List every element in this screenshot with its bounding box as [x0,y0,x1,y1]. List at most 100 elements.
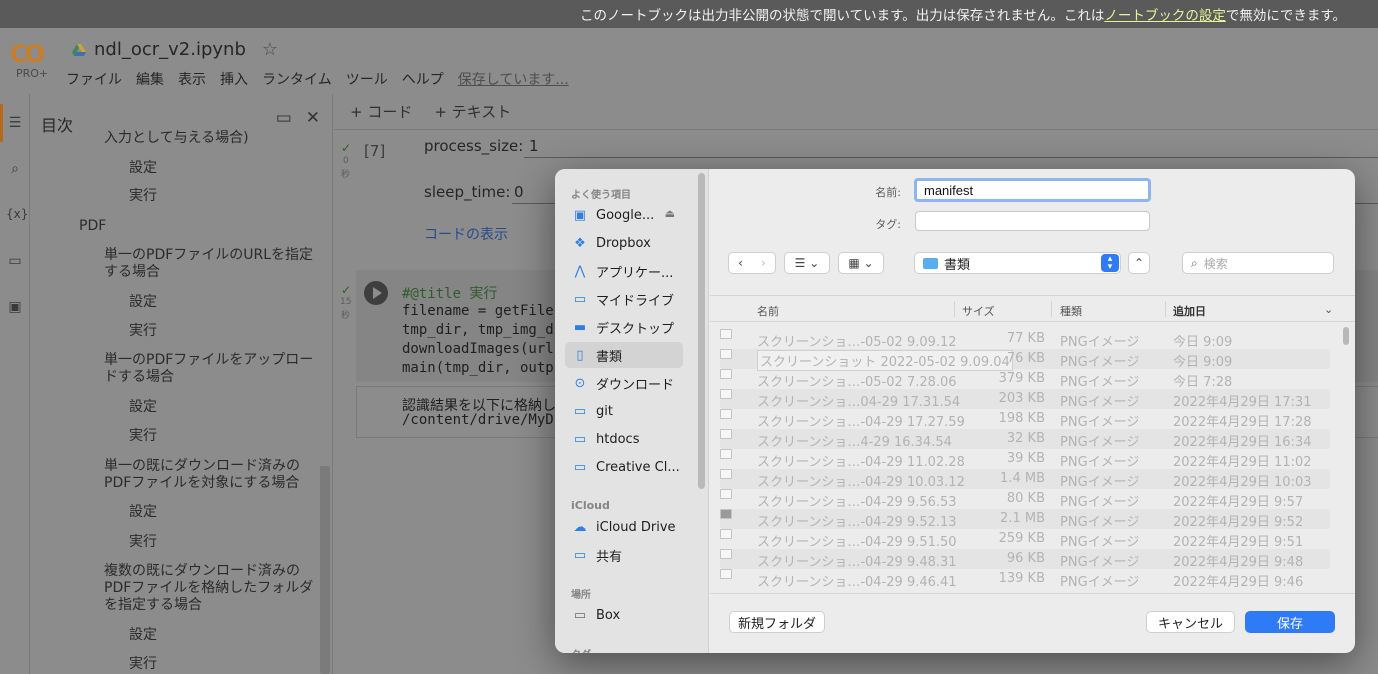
sidebar-item-box[interactable]: ▭ Box [565,602,683,628]
back-icon[interactable]: ‹ [738,256,743,270]
chevron-down-icon[interactable]: ⌄ [1324,303,1333,316]
new-folder-button[interactable]: 新規フォルダ [729,611,825,633]
plan-badge: PRO+ [16,67,49,80]
location-popup[interactable]: 書類 ▴ ▾ [914,252,1121,274]
sidebar-item-my-drive[interactable]: ▭ マイドライブ [565,286,683,312]
column-divider [1051,301,1052,317]
process-size-field[interactable]: 1 [529,137,539,155]
toc-item[interactable]: 単一のPDFファイルのURLを指定する場合 [104,247,316,281]
menu-insert[interactable]: 挿入 [220,69,248,89]
search-field[interactable]: ⌕ 検索 [1182,252,1334,274]
column-size[interactable]: サイズ [962,303,995,319]
file-list-scrollbar[interactable] [1343,327,1349,345]
sidebar-item-desktop[interactable]: ▬ デスクトップ [565,314,683,340]
column-kind[interactable]: 種類 [1060,303,1082,319]
show-code-link[interactable]: コードの表示 [424,224,508,244]
toc-item[interactable]: PDF [79,218,106,235]
menu-tools[interactable]: ツール [346,69,388,89]
sidebar-item-git[interactable]: ▭ git [565,398,683,424]
sleep-time-field[interactable]: 0 [514,183,524,201]
toc-item[interactable]: 設定 [129,627,157,644]
toc-item[interactable]: 単一の既にダウンロード済みのPDFファイルを対象にする場合 [104,458,316,492]
menu-help[interactable]: ヘルプ [402,69,444,89]
saving-status[interactable]: 保存しています... [458,69,569,89]
file-row[interactable]: スクリーンショ…-05-02 7.28.06 379 KB PNGイメージ 今日… [720,369,1330,390]
cancel-button[interactable]: キャンセル [1146,611,1235,633]
search-icon[interactable]: ⌕ [6,160,24,178]
sidebar-scrollbar[interactable] [698,173,705,489]
toc-item[interactable]: 入力として与える場合) [104,130,249,147]
menu-file[interactable]: ファイル [66,69,122,89]
file-row[interactable]: スクリーンショ…-04-29 10.03.12 1.4 MB PNGイメージ 2… [720,469,1330,490]
toc-item[interactable]: 実行 [129,323,157,340]
toc-item[interactable]: 実行 [129,188,157,205]
file-row[interactable]: スクリーンショ…-04-29 11.02.28 39 KB PNGイメージ 20… [720,449,1330,470]
sleep-time-label: sleep_time: [424,183,511,201]
menu-edit[interactable]: 編集 [136,69,164,89]
menu-bar: ファイル 編集 表示 挿入 ランタイム ツール ヘルプ 保存しています... [66,69,569,89]
file-row[interactable]: スクリーンショット 2022-05-02 9.09.04 76 KB PNGイメ… [720,349,1330,371]
sidebar-item-google-drive[interactable]: ▣ Google... ⏏ [565,202,683,228]
toc-item[interactable]: 実行 [129,656,157,673]
run-cell-button[interactable] [364,281,388,305]
sidebar-item-creative-cloud[interactable]: ▭ Creative Cl... [565,454,683,480]
collapse-button[interactable]: ⌃ [1128,252,1150,274]
notebook-settings-link[interactable]: ノートブックの設定 [1104,8,1226,24]
file-name: スクリーンショ…-04-29 9.52.13 [757,515,957,530]
toc-item[interactable]: 設定 [129,504,157,521]
toc-item[interactable]: 実行 [129,428,157,445]
notebook-title[interactable]: ndl_ocr_v2.ipynb [94,39,246,60]
toc-scrollbar[interactable] [320,466,330,674]
file-row[interactable]: スクリーンショ…-04-29 9.46.41 139 KB PNGイメージ 20… [720,569,1330,590]
column-date-added[interactable]: 追加日 [1173,303,1206,319]
add-code-button[interactable]: + コード [350,101,412,122]
toc-item[interactable]: 設定 [129,160,157,177]
sidebar-item-downloads[interactable]: ⊙ ダウンロード [565,370,683,396]
tag-field[interactable] [915,211,1150,231]
calendar-icon[interactable]: ▣ [6,298,24,316]
toc-icon[interactable]: ☰ [6,114,24,132]
file-row[interactable]: スクリーンショ…-04-29 17.27.59 198 KB PNGイメージ 2… [720,409,1330,430]
colab-header: CO PRO+ ndl_ocr_v2.ipynb ☆ ファイル 編集 表示 挿入… [0,28,1378,94]
sidebar-item-htdocs[interactable]: ▭ htdocs [565,426,683,452]
sidebar-item-applications[interactable]: ⋀ アプリケー... [565,258,683,284]
menu-runtime[interactable]: ランタイム [262,69,332,89]
star-icon[interactable]: ☆ [262,39,278,60]
file-row[interactable]: スクリーンショ…4-29 16.34.54 32 KB PNGイメージ 2022… [720,429,1330,450]
close-icon[interactable]: ✕ [306,108,320,128]
file-row[interactable]: スクリーンショ…-05-02 9.09.12 77 KB PNGイメージ 今日 … [720,329,1330,350]
file-kind: PNGイメージ [1060,535,1140,550]
eject-icon[interactable]: ⏏ [665,207,675,220]
toc-item[interactable]: 複数の既にダウンロード済みのPDFファイルを格納したフォルダを指定する場合 [104,563,316,614]
file-row[interactable]: スクリーンショ…-04-29 9.56.53 80 KB PNGイメージ 202… [720,489,1330,510]
sidebar-item-icloud-drive[interactable]: ☁ iCloud Drive [565,514,683,540]
save-button[interactable]: 保存 [1245,611,1335,633]
column-name[interactable]: 名前 [757,303,779,319]
colab-logo[interactable]: CO PRO+ [10,40,50,90]
toc-item[interactable]: 設定 [129,294,157,311]
file-row[interactable]: スクリーンショ…-04-29 9.48.31 96 KB PNGイメージ 202… [720,549,1330,570]
files-icon[interactable]: ▭ [6,252,24,270]
menu-view[interactable]: 表示 [178,69,206,89]
filename-field[interactable] [914,178,1151,202]
toc-item[interactable]: 単一のPDFファイルをアップロードする場合 [104,352,316,386]
sidebar-item-documents[interactable]: ▯ 書類 [565,342,683,368]
file-row[interactable]: スクリーンショ…-04-29 9.51.50 259 KB PNGイメージ 20… [720,529,1330,550]
sidebar-item-shared[interactable]: ▭ 共有 [565,542,683,568]
group-view-button[interactable]: ▦ ⌄ [838,252,884,274]
add-text-button[interactable]: + テキスト [434,101,511,122]
file-date: 2022年4月29日 17:28 [1173,415,1312,430]
forward-icon[interactable]: › [761,256,766,270]
file-name-editing[interactable]: スクリーンショット 2022-05-02 9.09.04 [757,350,1013,371]
search-placeholder: 検索 [1203,256,1228,271]
list-view-button[interactable]: ☰ ⌄ [784,252,830,274]
variables-icon[interactable]: {x} [6,205,28,223]
notice-bar: このノートブックは出力非公開の状態で開いています。出力は保存されません。これはノ… [0,0,1378,28]
file-row[interactable]: スクリーンショ…-04-29 9.52.13 2.1 MB PNGイメージ 20… [720,509,1330,530]
toc-item[interactable]: 設定 [129,399,157,416]
open-in-tab-icon[interactable]: ▭ [276,108,292,128]
toc-item[interactable]: 実行 [129,534,157,551]
sidebar-item-dropbox[interactable]: ❖ Dropbox [565,230,683,256]
file-row[interactable]: スクリーンショ…04-29 17.31.54 203 KB PNGイメージ 20… [720,389,1330,410]
check-icon: ✓ [341,283,352,297]
